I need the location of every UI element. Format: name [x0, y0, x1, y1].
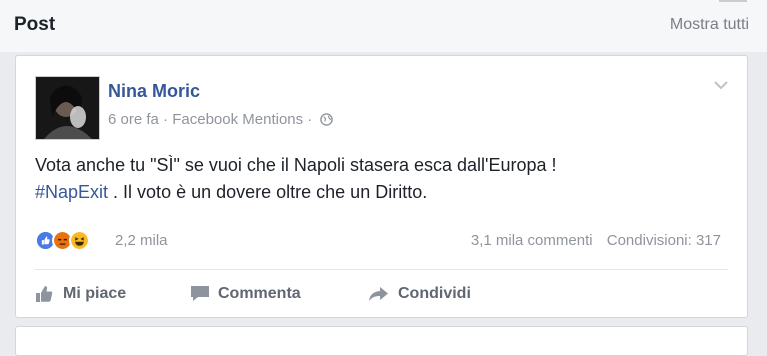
section-header: Post Mostra tutti [0, 0, 767, 52]
avatar[interactable] [35, 76, 100, 140]
post-meta: 6 ore fa · Facebook Mentions · [108, 111, 334, 128]
comment-label: Commenta [218, 285, 301, 302]
comment-count[interactable]: 3,1 mila commenti [471, 232, 593, 249]
post-text-line-2: #NapExit . Il voto è un dovere oltre che… [35, 179, 735, 206]
comment-icon [191, 286, 209, 301]
chevron-down-icon[interactable] [713, 80, 729, 90]
post-text: Vota anche tu "SÌ" se vuoi che il Napoli… [35, 152, 735, 206]
post-time[interactable]: 6 ore fa [108, 111, 159, 128]
like-label: Mi piace [63, 285, 127, 302]
next-post-card [15, 326, 748, 356]
post-text-line: Vota anche tu "SÌ" se vuoi che il Napoli… [35, 155, 557, 175]
post-source[interactable]: Facebook Mentions [172, 111, 303, 128]
share-icon [369, 287, 388, 301]
comment-button[interactable]: Commenta [190, 280, 301, 308]
post-text-continuation: . Il voto è un dovere oltre che un Dirit… [108, 182, 428, 202]
post-author[interactable]: Nina Moric [108, 81, 200, 102]
reaction-count[interactable]: 2,2 mila [115, 232, 168, 249]
meta-separator: · [163, 111, 169, 128]
share-count[interactable]: Condivisioni: 317 [607, 232, 721, 249]
divider [35, 269, 728, 270]
share-label: Condividi [398, 285, 471, 302]
post-card: Nina Moric 6 ore fa · Facebook Mentions … [15, 55, 748, 318]
globe-icon [320, 113, 334, 126]
divider [719, 0, 747, 2]
hashtag-link[interactable]: #NapExit [35, 182, 108, 202]
thumbs-up-icon [36, 286, 53, 302]
action-bar: Mi piace Commenta Condividi [35, 280, 725, 308]
show-all-link[interactable]: Mostra tutti [670, 16, 749, 34]
post-stats: 3,1 mila commenti Condivisioni: 317 [471, 232, 721, 249]
like-button[interactable]: Mi piace [35, 280, 126, 308]
meta-separator: · [307, 111, 313, 128]
haha-icon [69, 230, 90, 251]
section-title: Post [14, 14, 56, 35]
share-button[interactable]: Condividi [368, 280, 471, 308]
